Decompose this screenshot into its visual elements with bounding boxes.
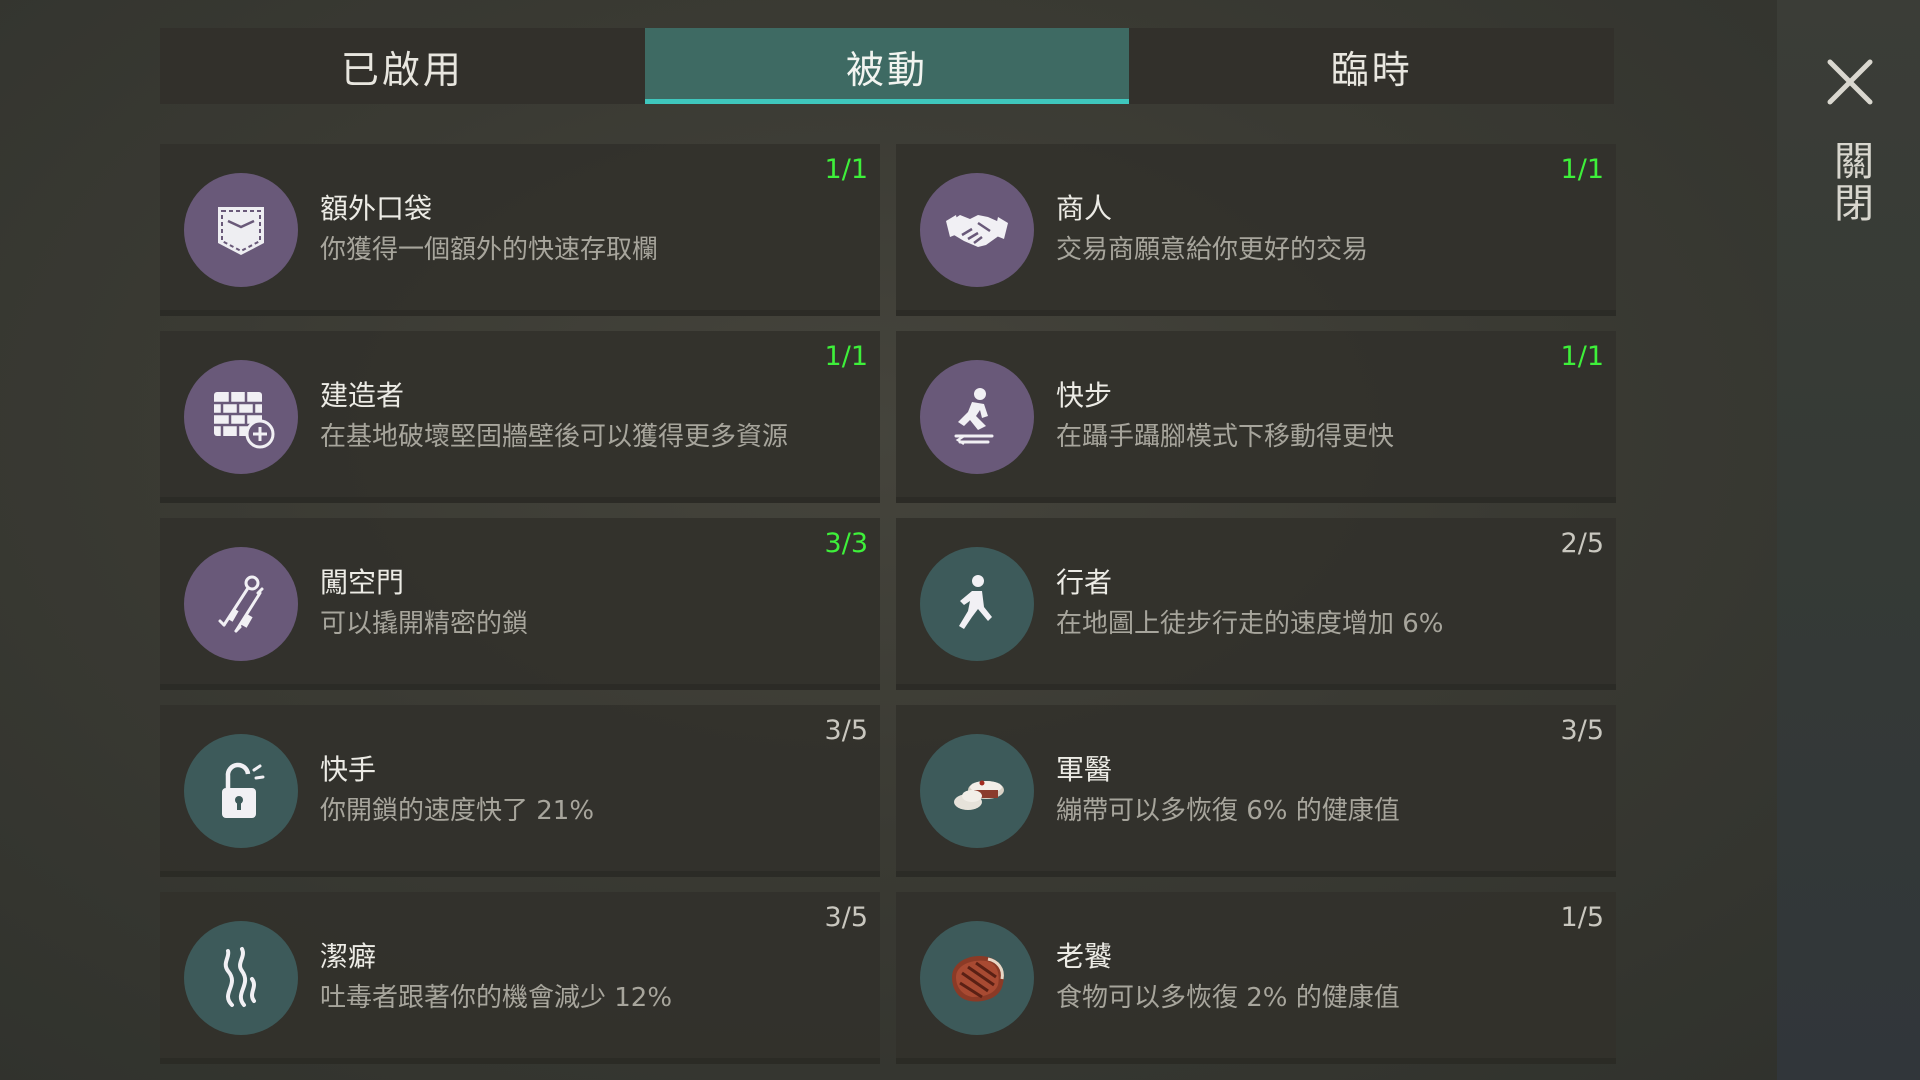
- perk-title: 建造者: [320, 379, 405, 412]
- perk-card[interactable]: 快步 在躡手躡腳模式下移動得更快 1/1: [896, 331, 1616, 503]
- perk-level: 1/1: [824, 341, 868, 372]
- perk-description: 在基地破壞堅固牆壁後可以獲得更多資源: [320, 422, 789, 452]
- perk-title: 潔癖: [320, 940, 377, 973]
- perk-level: 3/3: [824, 528, 868, 559]
- perk-level: 1/1: [1560, 154, 1604, 185]
- perk-level: 3/5: [824, 902, 868, 933]
- walker-icon: [920, 547, 1034, 661]
- perk-card[interactable]: 商人 交易商願意給你更好的交易 1/1: [896, 144, 1616, 316]
- close-icon[interactable]: [1820, 52, 1880, 112]
- perk-title: 老饕: [1056, 940, 1113, 973]
- perk-level: 1/1: [1560, 341, 1604, 372]
- tab-enabled[interactable]: 已啟用: [160, 28, 645, 104]
- perk-title: 額外口袋: [320, 192, 433, 225]
- steak-icon: [920, 921, 1034, 1035]
- close-button[interactable]: 關閉: [1827, 140, 1873, 224]
- perk-description: 吐毒者跟著你的機會減少 12%: [320, 983, 673, 1013]
- perk-description: 繃帶可以多恢復 6% 的健康值: [1056, 796, 1400, 826]
- lockpick-icon: [184, 547, 298, 661]
- perk-title: 快手: [320, 753, 377, 786]
- tab-bar: 已啟用 被動 臨時: [160, 28, 1615, 104]
- perk-description: 你開鎖的速度快了 21%: [320, 796, 595, 826]
- perk-title: 快步: [1056, 379, 1113, 412]
- perk-description: 在躡手躡腳模式下移動得更快: [1056, 422, 1395, 452]
- pocket-icon: [184, 173, 298, 287]
- perk-title: 行者: [1056, 566, 1113, 599]
- perk-description: 你獲得一個額外的快速存取欄: [320, 235, 659, 265]
- tab-temporary[interactable]: 臨時: [1129, 28, 1615, 104]
- perk-level: 1/1: [824, 154, 868, 185]
- perk-description: 食物可以多恢復 2% 的健康值: [1056, 983, 1400, 1013]
- unlock-icon: [184, 734, 298, 848]
- smoke-icon: [184, 921, 298, 1035]
- perk-level: 1/5: [1560, 902, 1604, 933]
- tab-passive[interactable]: 被動: [644, 28, 1130, 104]
- brick-wall-icon: [184, 360, 298, 474]
- perk-description: 在地圖上徒步行走的速度增加 6%: [1056, 609, 1444, 639]
- perk-card[interactable]: 老饕 食物可以多恢復 2% 的健康值 1/5: [896, 892, 1616, 1064]
- perk-card[interactable]: 快手 你開鎖的速度快了 21% 3/5: [160, 705, 880, 877]
- perk-level: 2/5: [1560, 528, 1604, 559]
- perk-level: 3/5: [1560, 715, 1604, 746]
- perk-card[interactable]: 潔癖 吐毒者跟著你的機會減少 12% 3/5: [160, 892, 880, 1064]
- sneak-icon: [920, 360, 1034, 474]
- perk-title: 商人: [1056, 192, 1113, 225]
- handshake-icon: [920, 173, 1034, 287]
- perk-title: 軍醫: [1056, 753, 1113, 786]
- perk-card[interactable]: 闖空門 可以撬開精密的鎖 3/3: [160, 518, 880, 690]
- perk-level: 3/5: [824, 715, 868, 746]
- perk-card[interactable]: 建造者 在基地破壞堅固牆壁後可以獲得更多資源 1/1: [160, 331, 880, 503]
- perk-card[interactable]: 軍醫 繃帶可以多恢復 6% 的健康值 3/5: [896, 705, 1616, 877]
- perk-title: 闖空門: [320, 566, 405, 599]
- perk-description: 可以撬開精密的鎖: [320, 609, 529, 639]
- perk-grid: 額外口袋 你獲得一個額外的快速存取欄 1/1 商人 交易商願意給你更好的交易 1…: [160, 144, 1616, 1064]
- perk-description: 交易商願意給你更好的交易: [1056, 235, 1369, 265]
- bandage-icon: [920, 734, 1034, 848]
- perk-card[interactable]: 行者 在地圖上徒步行走的速度增加 6% 2/5: [896, 518, 1616, 690]
- perk-card[interactable]: 額外口袋 你獲得一個額外的快速存取欄 1/1: [160, 144, 880, 316]
